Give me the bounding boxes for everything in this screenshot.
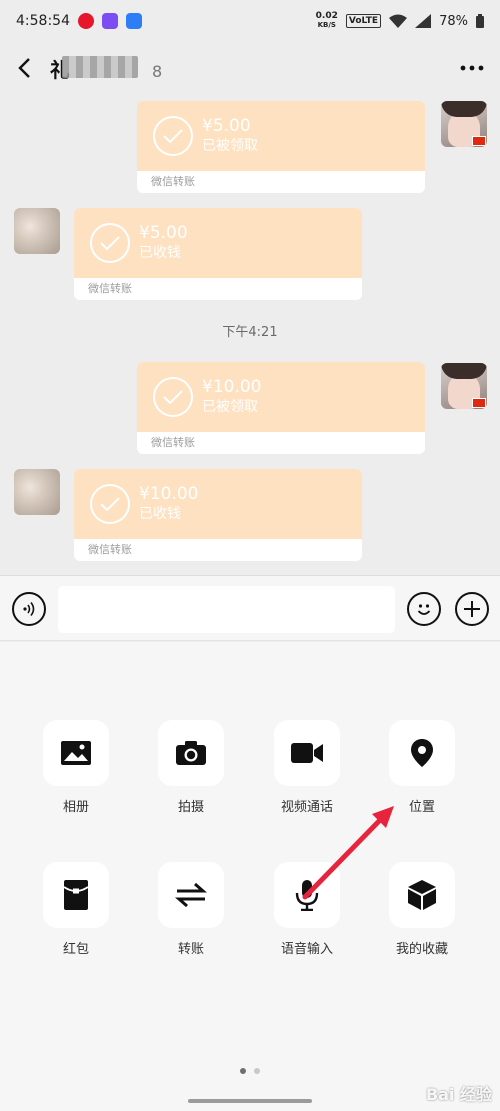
check-circle-icon [153,377,193,417]
contact-avatar[interactable] [14,208,60,254]
game-app-icon [125,13,142,29]
transfer-status: 已收钱 [139,506,181,522]
tool-voice-input[interactable]: 语音输入 [262,862,352,957]
transfer-icon [175,883,207,907]
check-circle-icon [153,116,193,156]
more-functions-button[interactable] [455,592,489,626]
transfer-footer: 微信转账 [151,175,195,188]
tool-label: 拍摄 [177,800,204,815]
wifi-icon [389,14,408,28]
home-indicator[interactable] [188,1099,312,1103]
transfer-message[interactable]: ¥10.00 已被领取 微信转账 [137,362,425,454]
video-app-icon [101,13,118,29]
tool-label: 红包 [62,942,89,957]
tool-label: 相册 [62,800,89,815]
self-avatar[interactable] [441,101,487,147]
check-circle-icon [90,484,130,524]
back-button[interactable] [0,42,48,94]
transfer-footer: 微信转账 [151,436,195,449]
back-arrow-icon [18,58,30,78]
transfer-status: 已被领取 [202,138,258,154]
self-avatar[interactable] [441,363,487,409]
tool-label: 我的收藏 [395,942,448,957]
page-dot[interactable] [254,1068,260,1074]
page-dot-active[interactable] [240,1068,246,1074]
tool-label: 转账 [177,942,204,957]
page-indicator [0,1068,500,1074]
battery-icon [476,14,484,28]
tool-transfer[interactable]: 转账 [146,862,236,957]
transfer-amount: ¥10.00 [202,377,262,397]
tool-label: 视频通话 [280,800,333,815]
transfer-status: 已收钱 [139,245,181,261]
signal-icon [415,14,432,28]
watermark: Bai 经验 [425,1085,492,1104]
transfer-footer: 微信转账 [88,282,132,295]
transfer-message[interactable]: ¥10.00 已收钱 微信转账 [74,469,362,561]
tool-camera[interactable]: 拍摄 [146,720,236,815]
emoji-icon [417,604,431,615]
transfer-amount: ¥5.00 [202,116,251,136]
tool-video-call[interactable]: 视频通话 [262,720,352,815]
contact-avatar[interactable] [14,469,60,515]
mosaic-mask [62,55,138,78]
emoji-button[interactable] [407,592,441,626]
check-circle-icon [90,223,130,263]
message-input[interactable] [58,586,395,633]
chat-header: 礼8 [0,42,500,94]
status-bar: 4:58:54 0.02 KB/S VoLTE 78% [0,0,500,42]
tool-red-packet[interactable]: 红包 [31,862,121,957]
time-separator: 下午4:21 [222,325,278,340]
transfer-message[interactable]: ¥5.00 已被领取 微信转账 [137,101,425,193]
tool-label: 位置 [408,800,435,815]
album-icon [61,741,91,765]
transfer-amount: ¥5.00 [139,223,188,243]
transfer-footer: 微信转账 [88,543,132,556]
favorites-icon [408,880,436,910]
transfer-status: 已被领取 [202,399,258,415]
weibo-icon [77,13,94,29]
tool-location[interactable]: 位置 [377,720,467,815]
status-time: 4:58:54 [16,13,70,29]
voice-button[interactable] [12,592,46,626]
flag-icon [472,398,486,408]
tool-label: 语音输入 [280,942,333,957]
microphone-icon [295,880,319,911]
flag-icon [472,136,486,146]
chat-title: 礼8 [50,55,163,82]
transfer-amount: ¥10.00 [139,484,199,504]
voice-wave-icon [23,602,35,616]
tool-favorites[interactable]: 我的收藏 [377,862,467,957]
plus-icon [464,601,480,617]
volte-badge: VoLTE [345,14,382,28]
camera-icon [176,741,206,765]
battery-level: 78% [439,13,468,29]
input-bar [0,575,500,641]
network-speed: 0.02 KB/S [315,11,338,30]
video-call-icon [291,743,323,763]
more-dots-icon [460,65,484,71]
more-options-button[interactable] [444,42,500,94]
red-packet-icon [63,880,89,910]
transfer-message[interactable]: ¥5.00 已收钱 微信转账 [74,208,362,300]
location-icon [411,739,433,767]
tool-album[interactable]: 相册 [31,720,121,815]
